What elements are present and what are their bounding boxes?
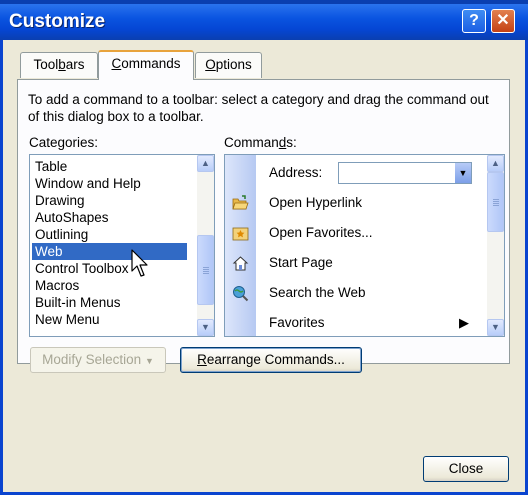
command-item-search-the-web[interactable]: Search the Web — [225, 278, 487, 308]
mouse-pointer-icon — [131, 249, 148, 277]
scroll-thumb[interactable] — [487, 172, 504, 232]
rearrange-commands-button[interactable]: Rearrange Commands... — [180, 347, 362, 373]
help-button[interactable]: ? — [462, 9, 486, 33]
title-bar[interactable]: Customize ? ✕ — [0, 4, 528, 40]
category-item[interactable]: Macros — [32, 277, 187, 294]
command-item-open-hyperlink[interactable]: Open Hyperlink — [225, 188, 487, 218]
scroll-down-button[interactable]: ▼ — [487, 319, 504, 336]
close-icon: ✕ — [496, 12, 510, 29]
category-item[interactable]: Outlining — [32, 226, 187, 243]
category-item[interactable]: Window and Help — [32, 175, 187, 192]
scroll-up-button[interactable]: ▲ — [487, 155, 504, 172]
chevron-down-icon: ▼ — [491, 322, 500, 332]
tab-toolbars[interactable]: Toolbars — [20, 52, 98, 78]
search-globe-icon — [232, 285, 249, 302]
commands-scrollbar[interactable]: ▲ ▼ — [487, 155, 504, 336]
command-item-favorites[interactable]: Favorites ▶ — [225, 308, 487, 336]
category-item[interactable]: Built-in Menus — [32, 294, 187, 311]
dropdown-arrow-icon: ▼ — [144, 356, 154, 366]
commands-label: Commands: — [224, 135, 297, 150]
tab-options[interactable]: Options — [195, 52, 262, 78]
modify-selection-button[interactable]: Modify Selection ▼ — [30, 347, 166, 373]
open-folder-icon — [232, 195, 249, 212]
category-item[interactable]: Control Toolbox — [32, 260, 187, 277]
chevron-down-icon: ▼ — [201, 322, 210, 332]
home-icon — [232, 255, 249, 272]
categories-label: Categories: — [29, 135, 99, 150]
scroll-thumb[interactable] — [197, 235, 214, 305]
command-item-start-page[interactable]: Start Page — [225, 248, 487, 278]
categories-scrollbar[interactable]: ▲ ▼ — [197, 155, 214, 336]
category-item[interactable]: Table — [32, 158, 187, 175]
category-item[interactable]: Drawing — [32, 192, 187, 209]
submenu-arrow-icon: ▶ — [459, 315, 469, 330]
window-close-button[interactable]: ✕ — [491, 9, 515, 33]
category-item-selected[interactable]: Web — [32, 243, 187, 260]
command-item-open-favorites[interactable]: Open Favorites... — [225, 218, 487, 248]
categories-listbox[interactable]: Table Window and Help Drawing AutoShapes… — [29, 154, 215, 337]
address-dropdown-button[interactable]: ▼ — [455, 163, 471, 183]
address-combobox[interactable]: ▼ — [338, 162, 472, 184]
chevron-down-icon: ▼ — [458, 168, 468, 178]
close-button[interactable]: Close — [423, 456, 509, 482]
category-item[interactable]: New Menu — [32, 311, 187, 328]
category-item[interactable]: AutoShapes — [32, 209, 187, 226]
scroll-up-button[interactable]: ▲ — [197, 155, 214, 172]
scroll-down-button[interactable]: ▼ — [197, 319, 214, 336]
tab-commands[interactable]: Commands — [98, 50, 194, 80]
commands-listbox[interactable]: Address: ▼ Open Hyperlink Open Favorites… — [224, 154, 505, 337]
command-item-address[interactable]: Address: ▼ — [225, 158, 487, 188]
instructions-text: To add a command to a toolbar: select a … — [28, 92, 489, 124]
window-title: Customize — [9, 11, 106, 32]
question-icon: ? — [469, 12, 479, 29]
chevron-up-icon: ▲ — [491, 158, 500, 168]
favorites-folder-icon — [232, 225, 249, 242]
chevron-up-icon: ▲ — [201, 158, 210, 168]
